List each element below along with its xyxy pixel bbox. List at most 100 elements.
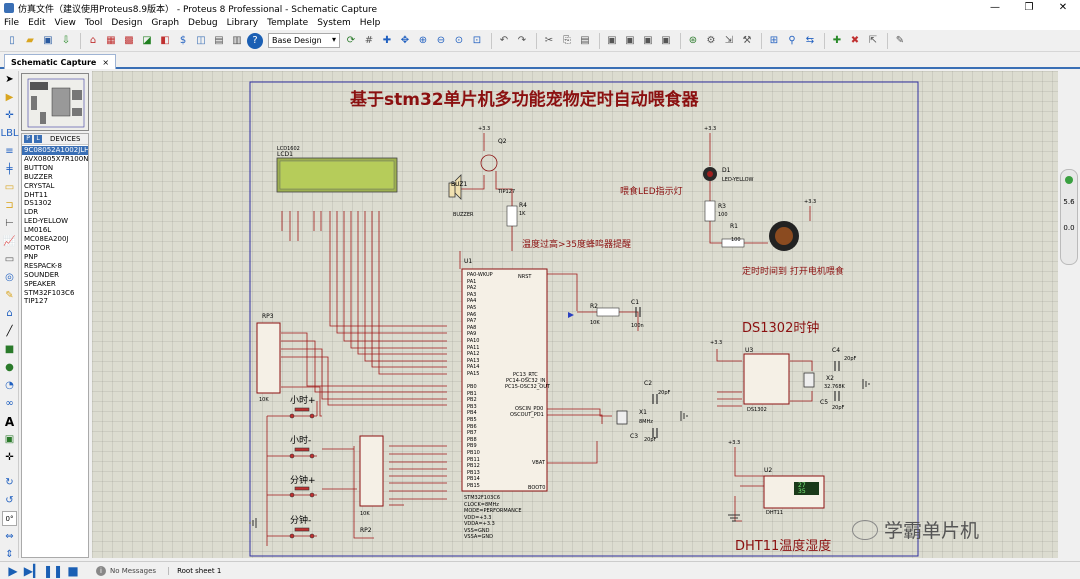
device-item[interactable]: MC08EA200J [22,235,88,244]
menu-tool[interactable]: Tool [85,18,102,28]
pcb-icon[interactable]: ▩ [121,33,137,49]
device-item[interactable]: LED-YELLOW [22,217,88,226]
menu-file[interactable]: File [4,18,19,28]
device-item[interactable]: CRYSTAL [22,182,88,191]
voltage-probe-icon[interactable]: ✎ [2,288,17,303]
device-item[interactable]: DHT11 [22,191,88,200]
refresh-icon[interactable]: ⟳ [343,33,359,49]
block-copy-icon[interactable]: ▣ [604,33,620,49]
step-icon[interactable]: ▶▎ [24,564,42,578]
redo-icon[interactable]: ↷ [514,33,530,49]
maximize-button[interactable]: ❐ [1012,0,1046,16]
device-item[interactable]: DS1302 [22,199,88,208]
box-tool-icon[interactable]: ■ [2,342,17,357]
arc-tool-icon[interactable]: ◔ [2,378,17,393]
menu-system[interactable]: System [317,18,351,28]
stop-icon[interactable]: ■ [66,564,80,578]
zoom-panel[interactable]: 5.6 0.0 [1060,169,1078,265]
marker-tool-icon[interactable]: ✛ [2,450,17,465]
generator-icon[interactable]: ◎ [2,270,17,285]
pan-icon[interactable]: ✥ [397,33,413,49]
device-item[interactable]: STM32F103C6 [22,289,88,298]
rotate-cw-icon[interactable]: ↻ [2,475,17,490]
device-item[interactable]: LM016L [22,226,88,235]
library-manager-button[interactable]: L [34,135,42,143]
decompose-icon[interactable]: ⚒ [739,33,755,49]
device-item[interactable]: LDR [22,208,88,217]
device-item[interactable]: BUTTON [22,164,88,173]
help-icon[interactable]: ? [247,32,263,49]
wire-label-icon[interactable]: LBL [1,126,19,141]
message-area[interactable]: i No Messages [96,565,156,576]
zoom-all-icon[interactable]: ⊙ [451,33,467,49]
rotate-ccw-icon[interactable]: ↺ [2,493,17,508]
bom-icon[interactable]: $ [175,33,191,49]
design-variant-select[interactable]: Base Design [268,33,340,48]
device-item[interactable]: PNP [22,253,88,262]
block-move-icon[interactable]: ▣ [622,33,638,49]
text-tool-icon[interactable]: A [2,414,17,429]
pin-icon[interactable]: ⊢ [2,216,17,231]
virtual-instruments-icon[interactable]: ⌂ [2,306,17,321]
text-script-icon[interactable]: ≡ [2,144,17,159]
gerber-icon[interactable]: ◧ [157,33,173,49]
undo-icon[interactable]: ↶ [496,33,512,49]
schematic-icon[interactable]: ▦ [103,33,119,49]
device-item[interactable]: BUZZER [22,173,88,182]
symbol-tool-icon[interactable]: ▣ [2,432,17,447]
close-button[interactable]: ✕ [1046,0,1080,16]
subcircuit-icon[interactable]: ▭ [2,180,17,195]
terminals-icon[interactable]: ⊐ [2,198,17,213]
zoom-out-icon[interactable]: ⊖ [433,33,449,49]
selection-mode-icon[interactable]: ➤ [2,72,17,87]
graph-icon[interactable]: 📈 [2,234,17,249]
path-tool-icon[interactable]: ∞ [2,396,17,411]
junction-mode-icon[interactable]: ✛ [2,108,17,123]
play-icon[interactable]: ▶ [6,564,20,578]
menu-help[interactable]: Help [360,18,381,28]
origin-icon[interactable]: ✚ [379,33,395,49]
property-assign-icon[interactable]: ⇆ [802,33,818,49]
block-delete-icon[interactable]: ▣ [658,33,674,49]
overview-window[interactable] [21,73,89,131]
device-item[interactable]: TIP127 [22,297,88,306]
tape-recorder-icon[interactable]: ▭ [2,252,17,267]
wire-autorouter-icon[interactable]: ⊞ [766,33,782,49]
device-item[interactable]: MOTOR [22,244,88,253]
packaging-icon[interactable]: ⇲ [721,33,737,49]
remove-sheet-icon[interactable]: ✖ [847,33,863,49]
device-item[interactable]: SPEAKER [22,280,88,289]
buses-mode-icon[interactable]: ╪ [2,162,17,177]
search-tag-icon[interactable]: ⚲ [784,33,800,49]
menu-template[interactable]: Template [267,18,308,28]
grid-icon[interactable]: # [361,33,377,49]
new-sheet-icon[interactable]: ✚ [829,33,845,49]
zoom-in-icon[interactable]: ⊕ [415,33,431,49]
device-item[interactable]: AVX0805X7R100N [22,155,88,164]
flip-vertical-icon[interactable]: ⇕ [2,547,17,562]
menu-edit[interactable]: Edit [28,18,45,28]
pick-device-button[interactable]: P [24,135,32,143]
netlist-icon[interactable]: ✎ [892,33,908,49]
new-file-icon[interactable]: ▯ [4,33,20,49]
minimize-button[interactable]: — [978,0,1012,16]
menu-view[interactable]: View [55,18,76,28]
close-icon[interactable]: × [102,58,109,67]
rotation-angle-field[interactable]: 0° [2,511,17,526]
copy-icon[interactable]: ⎘ [559,33,575,49]
pick-device-icon[interactable]: ⊛ [685,33,701,49]
line-tool-icon[interactable]: ╱ [2,324,17,339]
menu-design[interactable]: Design [111,18,142,28]
menu-debug[interactable]: Debug [188,18,218,28]
make-device-icon[interactable]: ⚙ [703,33,719,49]
source-code-icon[interactable]: ▤ [211,33,227,49]
menu-library[interactable]: Library [227,18,258,28]
schematic-canvas[interactable]: 基于stm32单片机多功能宠物定时自动喂食器 喂食LED指示灯 温度过高>35度… [92,71,1058,558]
menu-graph[interactable]: Graph [151,18,179,28]
notes-icon[interactable]: ▥ [229,33,245,49]
circle-tool-icon[interactable]: ● [2,360,17,375]
pause-icon[interactable]: ❚❚ [43,564,63,578]
open-folder-icon[interactable]: ▰ [22,33,38,49]
3d-view-icon[interactable]: ◪ [139,33,155,49]
component-mode-icon[interactable]: ▶ [2,90,17,105]
